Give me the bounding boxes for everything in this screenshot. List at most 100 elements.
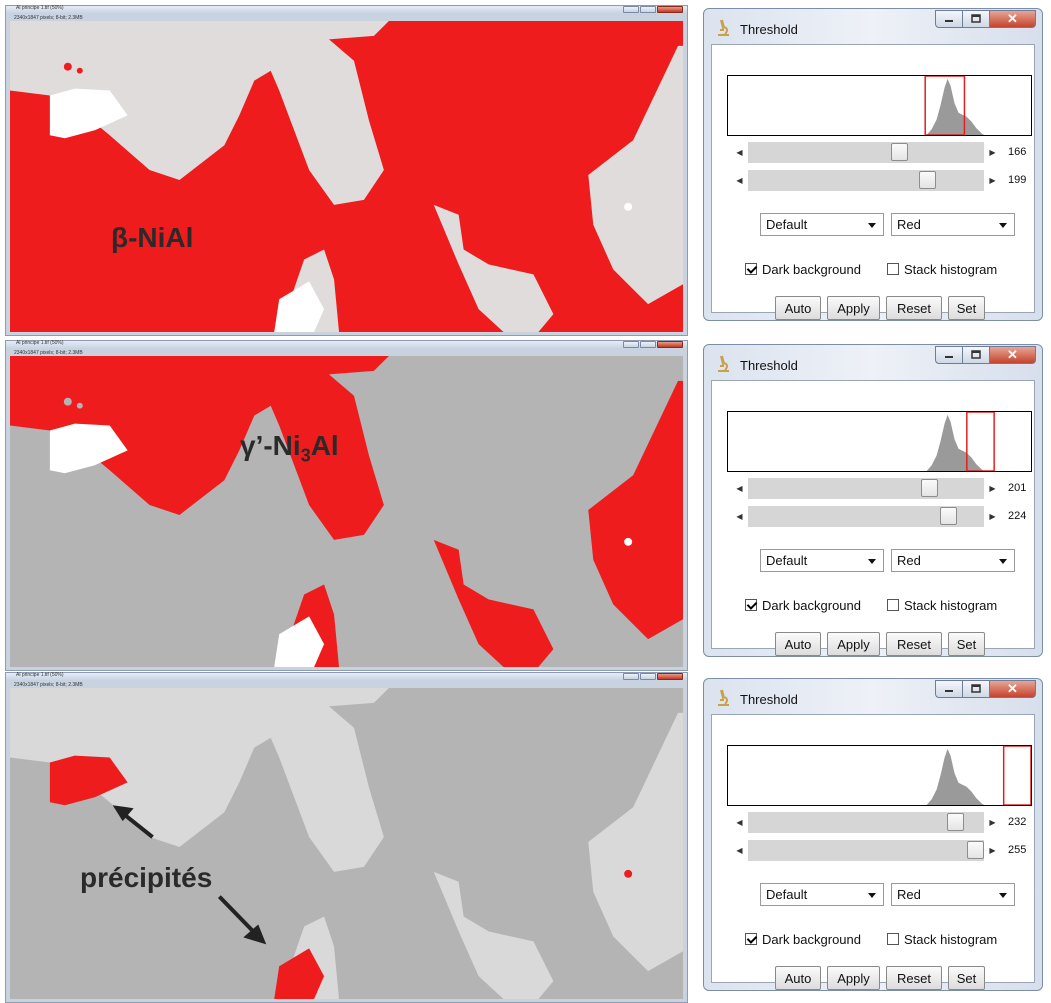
- slider-track[interactable]: [748, 478, 984, 499]
- close-button[interactable]: ✕: [989, 346, 1036, 364]
- checkbox-box[interactable]: [887, 263, 899, 275]
- slider-thumb[interactable]: [947, 813, 965, 831]
- slider-left-arrow[interactable]: ◀: [731, 478, 748, 499]
- checkbox-box[interactable]: [745, 263, 757, 275]
- close-button[interactable]: [657, 673, 683, 680]
- checkbox-box[interactable]: [745, 599, 757, 611]
- auto-button[interactable]: Auto: [775, 296, 821, 320]
- phase-label-gamma-end: Al: [310, 430, 339, 461]
- apply-button[interactable]: Apply: [827, 296, 880, 320]
- slider-thumb[interactable]: [940, 507, 958, 525]
- histogram-plot: [926, 412, 995, 471]
- slider-track[interactable]: [748, 170, 984, 191]
- close-button[interactable]: ✕: [989, 10, 1036, 28]
- slider-left-arrow[interactable]: ◀: [731, 506, 748, 527]
- maximize-icon: [971, 350, 981, 359]
- slider-right-arrow[interactable]: ▶: [984, 478, 1001, 499]
- max-threshold-value: 255: [1008, 844, 1027, 856]
- minimize-button[interactable]: [935, 346, 962, 364]
- reset-button[interactable]: Reset: [886, 966, 942, 990]
- slider-thumb[interactable]: [890, 143, 908, 161]
- slider-right-arrow[interactable]: ▶: [984, 840, 1001, 861]
- minimize-button[interactable]: [623, 341, 639, 348]
- set-button[interactable]: Set: [948, 632, 985, 656]
- close-button[interactable]: [657, 6, 683, 13]
- checkbox-label: Stack histogram: [904, 597, 998, 613]
- slider-track[interactable]: [748, 812, 984, 833]
- slider-right-arrow[interactable]: ▶: [984, 142, 1001, 163]
- dialog-title: Threshold: [740, 22, 798, 37]
- image-window-titlebar[interactable]: Al principe 1.tif (50%): [6, 5, 687, 14]
- slider-right-arrow[interactable]: ▶: [984, 170, 1001, 191]
- close-button[interactable]: [657, 341, 683, 348]
- maximize-button[interactable]: [640, 341, 656, 348]
- stack-histogram-checkbox[interactable]: Stack histogram: [887, 597, 997, 613]
- minimize-button[interactable]: [935, 10, 962, 28]
- checkbox-box[interactable]: [745, 933, 757, 945]
- minimize-button[interactable]: [623, 6, 639, 13]
- slider-left-arrow[interactable]: ◀: [731, 170, 748, 191]
- checkbox-box[interactable]: [887, 933, 899, 945]
- stack-histogram-checkbox[interactable]: Stack histogram: [887, 261, 997, 277]
- reset-button[interactable]: Reset: [886, 296, 942, 320]
- image-window-titlebar[interactable]: Al principe 1.tif (50%): [6, 340, 687, 349]
- slider-track[interactable]: [748, 142, 984, 163]
- slider-right-arrow[interactable]: ▶: [984, 812, 1001, 833]
- image-canvas[interactable]: [10, 21, 683, 332]
- threshold-dialog[interactable]: Threshold ✕ ◀: [703, 344, 1043, 657]
- min-threshold-slider[interactable]: ◀ ▶: [731, 812, 1001, 833]
- method-select[interactable]: Default: [760, 213, 884, 236]
- slider-left-arrow[interactable]: ◀: [731, 812, 748, 833]
- method-select[interactable]: Default: [760, 883, 884, 906]
- reset-button[interactable]: Reset: [886, 632, 942, 656]
- min-threshold-slider[interactable]: ◀ ▶: [731, 142, 1001, 163]
- image-canvas[interactable]: [10, 356, 683, 667]
- method-select[interactable]: Default: [760, 549, 884, 572]
- auto-button[interactable]: Auto: [775, 966, 821, 990]
- slider-thumb[interactable]: [967, 841, 984, 859]
- set-button[interactable]: Set: [948, 966, 985, 990]
- set-button[interactable]: Set: [948, 296, 985, 320]
- checkbox-box[interactable]: [887, 599, 899, 611]
- apply-button[interactable]: Apply: [827, 966, 880, 990]
- display-select[interactable]: Red: [891, 549, 1015, 572]
- stack-histogram-checkbox[interactable]: Stack histogram: [887, 931, 997, 947]
- dark-background-checkbox[interactable]: Dark background: [745, 597, 861, 613]
- method-select-value: Default: [766, 553, 808, 568]
- minimize-button[interactable]: [623, 673, 639, 680]
- max-threshold-slider[interactable]: ◀ ▶: [731, 170, 1001, 191]
- close-button[interactable]: ✕: [989, 680, 1036, 698]
- image-window-titlebar[interactable]: Al principe 1.tif (50%): [6, 672, 687, 681]
- max-threshold-slider[interactable]: ◀ ▶: [731, 506, 1001, 527]
- display-select[interactable]: Red: [891, 883, 1015, 906]
- max-threshold-slider[interactable]: ◀ ▶: [731, 840, 1001, 861]
- maximize-button[interactable]: [962, 680, 989, 698]
- slider-thumb[interactable]: [918, 171, 936, 189]
- dark-background-checkbox[interactable]: Dark background: [745, 261, 861, 277]
- checkbox-label: Dark background: [762, 931, 861, 947]
- minimize-button[interactable]: [935, 680, 962, 698]
- slider-right-arrow[interactable]: ▶: [984, 506, 1001, 527]
- image-window-gamma[interactable]: Al principe 1.tif (50%) 2340x1847 pixels…: [5, 340, 688, 671]
- slider-left-arrow[interactable]: ◀: [731, 142, 748, 163]
- min-threshold-slider[interactable]: ◀ ▶: [731, 478, 1001, 499]
- image-window-precipitates[interactable]: Al principe 1.tif (50%) 2340x1847 pixels…: [5, 672, 688, 1003]
- maximize-button[interactable]: [962, 10, 989, 28]
- threshold-dialog[interactable]: Threshold ✕ ◀: [703, 8, 1043, 321]
- slider-thumb[interactable]: [920, 479, 938, 497]
- threshold-dialog[interactable]: Threshold ✕ ◀: [703, 678, 1043, 991]
- auto-button[interactable]: Auto: [775, 632, 821, 656]
- maximize-button[interactable]: [962, 346, 989, 364]
- slider-track[interactable]: [748, 840, 984, 861]
- slider-left-arrow[interactable]: ◀: [731, 840, 748, 861]
- maximize-button[interactable]: [640, 6, 656, 13]
- maximize-button[interactable]: [640, 673, 656, 680]
- close-icon: ✕: [1007, 11, 1018, 26]
- apply-button[interactable]: Apply: [827, 632, 880, 656]
- image-window-title: Al principe 1.tif (50%): [16, 340, 64, 346]
- display-select[interactable]: Red: [891, 213, 1015, 236]
- dark-background-checkbox[interactable]: Dark background: [745, 931, 861, 947]
- slider-track[interactable]: [748, 506, 984, 527]
- image-canvas[interactable]: [10, 688, 683, 999]
- image-window-beta[interactable]: Al principe 1.tif (50%) 2340x1847 pixels…: [5, 5, 688, 336]
